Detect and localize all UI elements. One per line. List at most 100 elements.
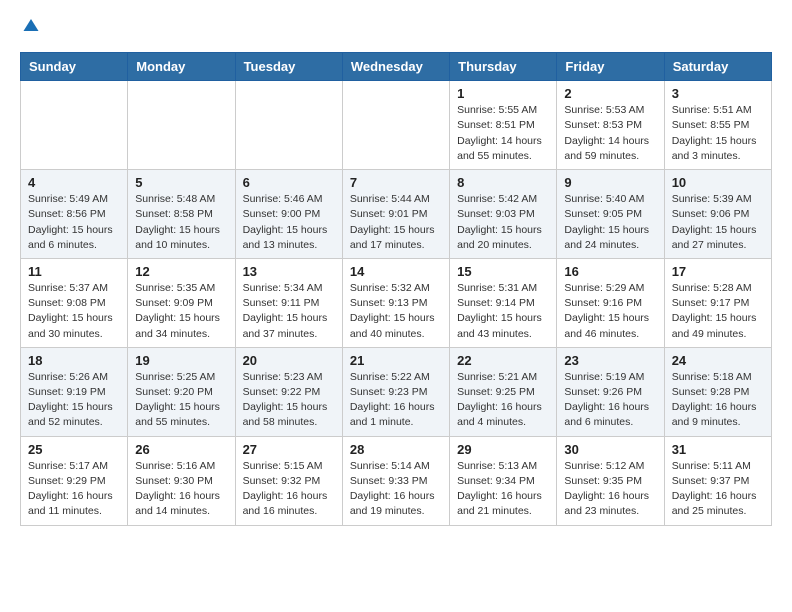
day-info: Sunrise: 5:46 AMSunset: 9:00 PMDaylight:…: [243, 192, 335, 253]
day-info: Sunrise: 5:28 AMSunset: 9:17 PMDaylight:…: [672, 281, 764, 342]
day-number: 29: [457, 442, 549, 457]
day-info: Sunrise: 5:25 AMSunset: 9:20 PMDaylight:…: [135, 370, 227, 431]
day-number: 9: [564, 175, 656, 190]
day-cell: 8 Sunrise: 5:42 AMSunset: 9:03 PMDaylight…: [450, 170, 557, 259]
logo-icon: [22, 16, 40, 34]
day-info: Sunrise: 5:19 AMSunset: 9:26 PMDaylight:…: [564, 370, 656, 431]
weekday-header-saturday: Saturday: [664, 53, 771, 81]
day-number: 7: [350, 175, 442, 190]
day-cell: 7 Sunrise: 5:44 AMSunset: 9:01 PMDaylight…: [342, 170, 449, 259]
day-cell: 15 Sunrise: 5:31 AMSunset: 9:14 PMDayligh…: [450, 258, 557, 347]
day-number: 8: [457, 175, 549, 190]
day-number: 6: [243, 175, 335, 190]
day-cell: [342, 81, 449, 170]
day-number: 27: [243, 442, 335, 457]
day-cell: 9 Sunrise: 5:40 AMSunset: 9:05 PMDaylight…: [557, 170, 664, 259]
day-info: Sunrise: 5:55 AMSunset: 8:51 PMDaylight:…: [457, 103, 549, 164]
day-number: 2: [564, 86, 656, 101]
day-number: 18: [28, 353, 120, 368]
day-cell: 28 Sunrise: 5:14 AMSunset: 9:33 PMDayligh…: [342, 436, 449, 525]
day-number: 23: [564, 353, 656, 368]
day-cell: 6 Sunrise: 5:46 AMSunset: 9:00 PMDaylight…: [235, 170, 342, 259]
day-number: 25: [28, 442, 120, 457]
day-info: Sunrise: 5:29 AMSunset: 9:16 PMDaylight:…: [564, 281, 656, 342]
day-number: 20: [243, 353, 335, 368]
day-info: Sunrise: 5:37 AMSunset: 9:08 PMDaylight:…: [28, 281, 120, 342]
day-info: Sunrise: 5:49 AMSunset: 8:56 PMDaylight:…: [28, 192, 120, 253]
day-info: Sunrise: 5:34 AMSunset: 9:11 PMDaylight:…: [243, 281, 335, 342]
day-cell: 2 Sunrise: 5:53 AMSunset: 8:53 PMDaylight…: [557, 81, 664, 170]
weekday-header-monday: Monday: [128, 53, 235, 81]
day-info: Sunrise: 5:48 AMSunset: 8:58 PMDaylight:…: [135, 192, 227, 253]
day-cell: 18 Sunrise: 5:26 AMSunset: 9:19 PMDayligh…: [21, 347, 128, 436]
day-number: 15: [457, 264, 549, 279]
day-cell: 13 Sunrise: 5:34 AMSunset: 9:11 PMDayligh…: [235, 258, 342, 347]
day-number: 24: [672, 353, 764, 368]
day-cell: 20 Sunrise: 5:23 AMSunset: 9:22 PMDayligh…: [235, 347, 342, 436]
day-number: 19: [135, 353, 227, 368]
week-row-4: 18 Sunrise: 5:26 AMSunset: 9:19 PMDayligh…: [21, 347, 772, 436]
day-cell: 21 Sunrise: 5:22 AMSunset: 9:23 PMDayligh…: [342, 347, 449, 436]
day-number: 14: [350, 264, 442, 279]
day-cell: 31Sunrise: 5:11 AMSunset: 9:37 PMDayligh…: [664, 436, 771, 525]
day-cell: 14Sunrise: 5:32 AMSunset: 9:13 PMDayligh…: [342, 258, 449, 347]
header: [20, 20, 772, 44]
day-number: 12: [135, 264, 227, 279]
weekday-header-row: SundayMondayTuesdayWednesdayThursdayFrid…: [21, 53, 772, 81]
day-info: Sunrise: 5:18 AMSunset: 9:28 PMDaylight:…: [672, 370, 764, 431]
day-info: Sunrise: 5:51 AMSunset: 8:55 PMDaylight:…: [672, 103, 764, 164]
day-cell: 5Sunrise: 5:48 AMSunset: 8:58 PMDaylight…: [128, 170, 235, 259]
day-number: 31: [672, 442, 764, 457]
day-info: Sunrise: 5:40 AMSunset: 9:05 PMDaylight:…: [564, 192, 656, 253]
day-number: 30: [564, 442, 656, 457]
day-cell: 27 Sunrise: 5:15 AMSunset: 9:32 PMDayligh…: [235, 436, 342, 525]
week-row-2: 4 Sunrise: 5:49 AMSunset: 8:56 PMDaylight…: [21, 170, 772, 259]
day-number: 10: [672, 175, 764, 190]
day-info: Sunrise: 5:26 AMSunset: 9:19 PMDaylight:…: [28, 370, 120, 431]
day-cell: 26Sunrise: 5:16 AMSunset: 9:30 PMDayligh…: [128, 436, 235, 525]
day-info: Sunrise: 5:15 AMSunset: 9:32 PMDaylight:…: [243, 459, 335, 520]
day-cell: [21, 81, 128, 170]
week-row-5: 25Sunrise: 5:17 AMSunset: 9:29 PMDayligh…: [21, 436, 772, 525]
day-info: Sunrise: 5:42 AMSunset: 9:03 PMDaylight:…: [457, 192, 549, 253]
day-number: 26: [135, 442, 227, 457]
day-info: Sunrise: 5:39 AMSunset: 9:06 PMDaylight:…: [672, 192, 764, 253]
calendar-table: SundayMondayTuesdayWednesdayThursdayFrid…: [20, 52, 772, 525]
day-number: 11: [28, 264, 120, 279]
day-cell: 30 Sunrise: 5:12 AMSunset: 9:35 PMDayligh…: [557, 436, 664, 525]
day-info: Sunrise: 5:21 AMSunset: 9:25 PMDaylight:…: [457, 370, 549, 431]
day-cell: 16Sunrise: 5:29 AMSunset: 9:16 PMDayligh…: [557, 258, 664, 347]
day-number: 1: [457, 86, 549, 101]
week-row-3: 11 Sunrise: 5:37 AMSunset: 9:08 PMDayligh…: [21, 258, 772, 347]
day-cell: 3 Sunrise: 5:51 AMSunset: 8:55 PMDaylight…: [664, 81, 771, 170]
day-cell: 12Sunrise: 5:35 AMSunset: 9:09 PMDayligh…: [128, 258, 235, 347]
weekday-header-tuesday: Tuesday: [235, 53, 342, 81]
day-info: Sunrise: 5:23 AMSunset: 9:22 PMDaylight:…: [243, 370, 335, 431]
day-info: Sunrise: 5:22 AMSunset: 9:23 PMDaylight:…: [350, 370, 442, 431]
day-info: Sunrise: 5:44 AMSunset: 9:01 PMDaylight:…: [350, 192, 442, 253]
day-cell: 4 Sunrise: 5:49 AMSunset: 8:56 PMDaylight…: [21, 170, 128, 259]
day-number: 13: [243, 264, 335, 279]
day-info: Sunrise: 5:12 AMSunset: 9:35 PMDaylight:…: [564, 459, 656, 520]
day-number: 4: [28, 175, 120, 190]
day-info: Sunrise: 5:31 AMSunset: 9:14 PMDaylight:…: [457, 281, 549, 342]
day-number: 21: [350, 353, 442, 368]
day-number: 17: [672, 264, 764, 279]
weekday-header-thursday: Thursday: [450, 53, 557, 81]
day-number: 22: [457, 353, 549, 368]
day-info: Sunrise: 5:14 AMSunset: 9:33 PMDaylight:…: [350, 459, 442, 520]
day-cell: 17 Sunrise: 5:28 AMSunset: 9:17 PMDayligh…: [664, 258, 771, 347]
week-row-1: 1 Sunrise: 5:55 AMSunset: 8:51 PMDaylight…: [21, 81, 772, 170]
day-cell: [128, 81, 235, 170]
day-number: 3: [672, 86, 764, 101]
day-cell: 1 Sunrise: 5:55 AMSunset: 8:51 PMDaylight…: [450, 81, 557, 170]
weekday-header-wednesday: Wednesday: [342, 53, 449, 81]
day-cell: 22 Sunrise: 5:21 AMSunset: 9:25 PMDayligh…: [450, 347, 557, 436]
day-cell: 10 Sunrise: 5:39 AMSunset: 9:06 PMDayligh…: [664, 170, 771, 259]
page: SundayMondayTuesdayWednesdayThursdayFrid…: [0, 0, 792, 536]
day-cell: 11 Sunrise: 5:37 AMSunset: 9:08 PMDayligh…: [21, 258, 128, 347]
day-cell: 23 Sunrise: 5:19 AMSunset: 9:26 PMDayligh…: [557, 347, 664, 436]
day-cell: 24 Sunrise: 5:18 AMSunset: 9:28 PMDayligh…: [664, 347, 771, 436]
day-number: 28: [350, 442, 442, 457]
day-info: Sunrise: 5:53 AMSunset: 8:53 PMDaylight:…: [564, 103, 656, 164]
